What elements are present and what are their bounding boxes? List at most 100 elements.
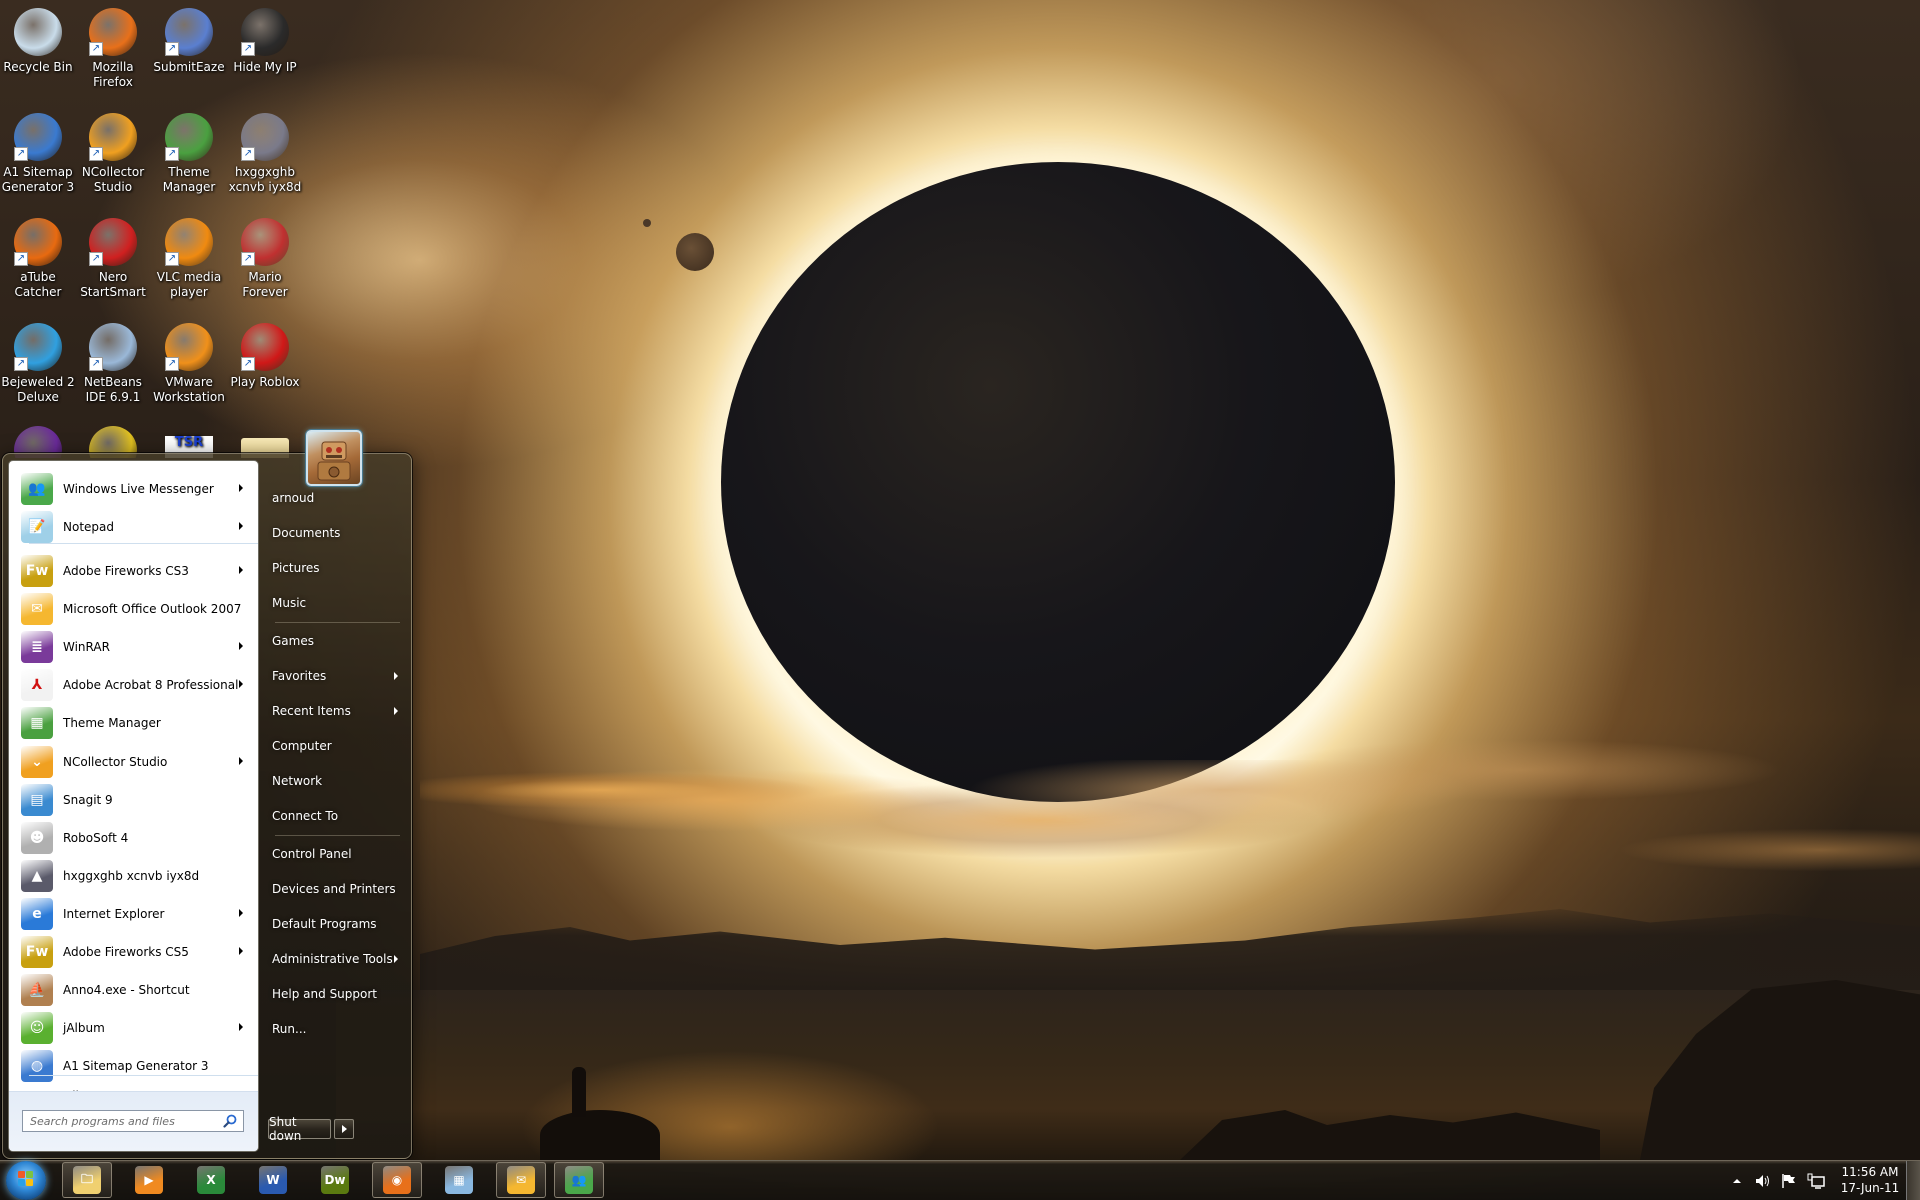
shutdown-options-button[interactable]	[334, 1119, 354, 1139]
start-menu-place-item[interactable]: Music	[272, 589, 402, 617]
program-item[interactable]: ☺ jAlbum	[13, 1010, 255, 1046]
submenu-arrow-icon[interactable]	[239, 642, 243, 651]
desktop-icon[interactable]: ↗ Theme Manager	[151, 107, 227, 195]
start-menu-place-item[interactable]: Run...	[272, 1015, 402, 1043]
submenu-arrow-icon[interactable]	[239, 680, 243, 689]
submenu-arrow-icon[interactable]	[239, 756, 243, 765]
program-label: Anno4.exe - Shortcut	[63, 983, 190, 998]
taskbar-button-word[interactable]: W	[248, 1162, 298, 1198]
volume-icon[interactable]	[1754, 1172, 1772, 1190]
desktop-icon-label: aTube Catcher	[14, 270, 62, 299]
start-menu-place-item[interactable]: Games	[272, 627, 402, 655]
paw-icon: ↗	[14, 218, 62, 266]
desktop-icon[interactable]: ↗ SubmitEaze	[151, 2, 227, 75]
shutdown-button[interactable]: Shut down	[268, 1115, 331, 1143]
show-desktop-button[interactable]	[1906, 1161, 1920, 1200]
taskbar-button-firefox[interactable]: ◉	[372, 1162, 422, 1198]
submenu-arrow-icon[interactable]	[394, 672, 398, 680]
program-item[interactable]: ≣ WinRAR	[13, 629, 255, 665]
desktop-icon[interactable]: ↗ Mario Forever	[227, 212, 303, 300]
desktop-icon[interactable]: ↗ Hide My IP	[227, 2, 303, 75]
show-hidden-icons-icon[interactable]	[1730, 1174, 1744, 1188]
notepad-icon: 📝	[21, 511, 53, 543]
taskbar-button-excel[interactable]: X	[186, 1162, 236, 1198]
desktop-icon[interactable]: ↗ Nero StartSmart	[75, 212, 151, 300]
taskbar-button-outlook[interactable]: ✉	[496, 1162, 546, 1198]
program-item[interactable]: ⅄ Adobe Acrobat 8 Professional	[13, 667, 255, 703]
start-menu-place-item[interactable]: Connect To	[272, 802, 402, 830]
start-menu-place-item[interactable]: Help and Support	[272, 980, 402, 1008]
submenu-arrow-icon[interactable]	[239, 908, 243, 917]
program-item[interactable]: Fw Adobe Fireworks CS3	[13, 553, 255, 589]
network-icon[interactable]	[1806, 1172, 1826, 1190]
desktop-icon[interactable]: ↗ Mozilla Firefox	[75, 2, 151, 90]
desktop-icon[interactable]: ↗ NCollector Studio	[75, 107, 151, 195]
program-item[interactable]: ◍ A1 Sitemap Generator 3	[13, 1048, 255, 1084]
program-item[interactable]: ✉ Microsoft Office Outlook 2007	[13, 591, 255, 627]
program-label: hxggxghb xcnvb iyx8d	[63, 868, 200, 883]
taskbar-button-calculator[interactable]: ▦	[434, 1162, 484, 1198]
shortcut-arrow-icon: ↗	[165, 42, 179, 56]
start-menu-place-item[interactable]: Devices and Printers	[272, 875, 402, 903]
ncollector-icon: ↗	[89, 113, 137, 161]
start-menu-place-item[interactable]: Administrative Tools	[272, 945, 402, 973]
submenu-arrow-icon[interactable]	[394, 707, 398, 715]
search-box[interactable]	[22, 1110, 244, 1132]
wallpaper-small-moon	[676, 233, 714, 271]
start-menu-place-item[interactable]: Documents	[272, 519, 402, 547]
search-icon[interactable]	[223, 1114, 237, 1128]
user-account-picture[interactable]	[306, 430, 362, 486]
desktop-icon[interactable]: ↗ Play Roblox	[227, 317, 303, 390]
media-player-icon: ▶	[135, 1166, 163, 1194]
start-menu-place-item[interactable]: Computer	[272, 732, 402, 760]
action-center-flag-icon[interactable]	[1780, 1172, 1798, 1190]
start-button[interactable]	[6, 1161, 46, 1200]
program-item[interactable]: Fw Adobe Fireworks CS5	[13, 934, 255, 970]
desktop-icon[interactable]: ↗ Bejeweled 2 Deluxe	[0, 317, 76, 405]
program-label: Snagit 9	[63, 792, 113, 807]
program-item[interactable]: ☻ RoboSoft 4	[13, 820, 255, 856]
submenu-arrow-icon[interactable]	[394, 955, 398, 963]
start-menu-place-item[interactable]: Pictures	[272, 554, 402, 582]
submenu-arrow-icon[interactable]	[239, 522, 243, 530]
start-menu-place-item[interactable]: Favorites	[272, 662, 402, 690]
search-input[interactable]	[30, 1114, 220, 1128]
submenu-arrow-icon[interactable]	[239, 566, 243, 574]
submenu-arrow-icon[interactable]	[239, 1023, 243, 1032]
clock-time: 11:56 AM	[1841, 1165, 1899, 1179]
program-item[interactable]: e Internet Explorer	[13, 896, 255, 932]
start-menu-place-item[interactable]: arnoud	[272, 484, 402, 512]
program-item[interactable]: ⛵ Anno4.exe - Shortcut	[13, 972, 255, 1008]
program-item[interactable]: ▲ hxggxghb xcnvb iyx8d	[13, 858, 255, 894]
start-menu-place-item[interactable]: Control Panel	[272, 840, 402, 868]
desktop-icon[interactable]: ↗ VLC media player	[151, 212, 227, 300]
program-item[interactable]: ▦ Theme Manager	[13, 705, 255, 741]
taskbar-button-windows-explorer[interactable]: 🗀	[62, 1162, 112, 1198]
outlook-icon: ✉	[507, 1166, 535, 1194]
desktop-icon[interactable]: ↗ A1 Sitemap Generator 3	[0, 107, 76, 195]
wallpaper-rocks	[1180, 1110, 1600, 1160]
desktop-icon[interactable]: ↗ NetBeans IDE 6.9.1	[75, 317, 151, 405]
program-item[interactable]: 📝 Notepad	[13, 509, 255, 545]
desktop-icon[interactable]: ↗ aTube Catcher	[0, 212, 76, 300]
program-item[interactable]: ▤ Snagit 9	[13, 782, 255, 818]
program-item[interactable]: ⌄ NCollector Studio	[13, 744, 255, 780]
submenu-arrow-icon[interactable]	[239, 947, 243, 955]
desktop-icon[interactable]: Recycle Bin	[0, 2, 76, 75]
taskbar-button-windows-media-player[interactable]: ▶	[124, 1162, 174, 1198]
place-label: Pictures	[272, 561, 320, 575]
taskbar-button-windows-live-messenger[interactable]: 👥	[554, 1162, 604, 1198]
search-area	[9, 1091, 258, 1151]
desktop-icon[interactable]: ↗ VMware Workstation	[151, 317, 227, 405]
places-separator	[275, 835, 400, 836]
desktop-icon-label: Hide My IP	[233, 60, 297, 74]
taskbar-clock[interactable]: 11:56 AM 17-Jun-11	[1830, 1164, 1910, 1196]
taskbar-button-dreamweaver[interactable]: Dw	[310, 1162, 360, 1198]
start-menu-place-item[interactable]: Default Programs	[272, 910, 402, 938]
desktop-icon[interactable]: ↗ hxggxghb xcnvb iyx8d	[227, 107, 303, 195]
start-menu-place-item[interactable]: Recent Items	[272, 697, 402, 725]
start-menu-place-item[interactable]: Network	[272, 767, 402, 795]
submenu-arrow-icon[interactable]	[239, 484, 243, 492]
program-item[interactable]: 👥 Windows Live Messenger	[13, 471, 255, 507]
desktop-icon-label: Recycle Bin	[3, 60, 73, 74]
